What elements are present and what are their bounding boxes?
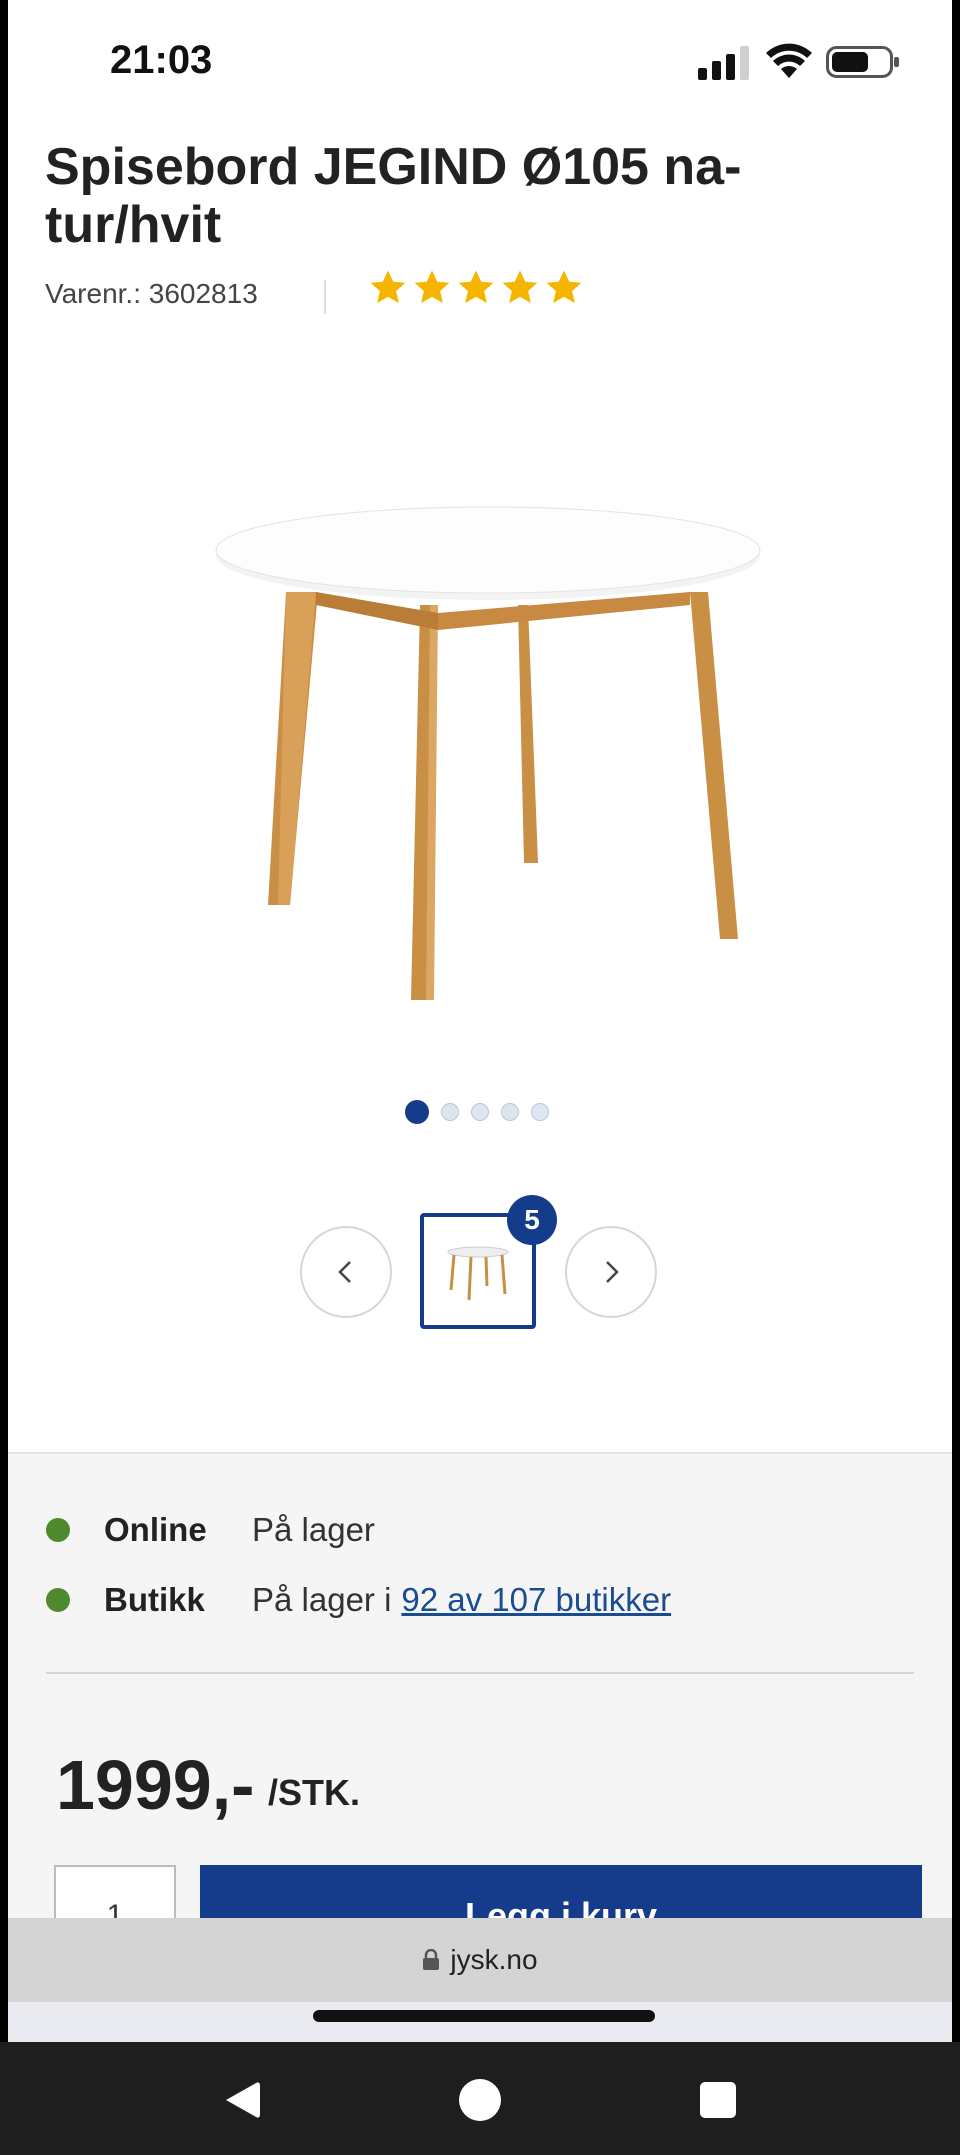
gallery-dot[interactable] bbox=[471, 1103, 489, 1121]
price-unit: /STK. bbox=[268, 1772, 361, 1813]
chevron-left-icon bbox=[338, 1261, 351, 1283]
gallery-dot[interactable] bbox=[405, 1100, 429, 1124]
in-stock-indicator-icon bbox=[46, 1588, 70, 1612]
star-icon bbox=[370, 270, 406, 303]
gallery-dot[interactable] bbox=[531, 1103, 549, 1121]
store-availability-link[interactable]: 92 av 107 butikker bbox=[401, 1581, 671, 1619]
wifi-icon bbox=[766, 43, 812, 78]
stock-store-label: Butikk bbox=[104, 1581, 205, 1618]
phone-screen: 21:03 Spisebord JEGIND Ø105 na-tur/hvit … bbox=[8, 0, 952, 2042]
product-image-table[interactable] bbox=[198, 495, 778, 1015]
stock-online-row: Online På lager bbox=[46, 1508, 375, 1552]
sku-rating-divider bbox=[324, 280, 326, 314]
star-icon bbox=[502, 270, 538, 303]
gallery-prev-button[interactable] bbox=[300, 1226, 392, 1318]
url-field[interactable]: jysk.no bbox=[8, 1918, 952, 2002]
gallery-dot[interactable] bbox=[501, 1103, 519, 1121]
browser-address-bar[interactable]: jysk.no bbox=[8, 1918, 952, 2042]
in-stock-indicator-icon bbox=[46, 1518, 70, 1542]
section-divider bbox=[46, 1672, 914, 1674]
home-icon[interactable] bbox=[459, 2079, 501, 2121]
rating-stars[interactable] bbox=[368, 268, 584, 308]
star-icon bbox=[546, 270, 582, 303]
product-title: Spisebord JEGIND Ø105 na-tur/hvit bbox=[45, 138, 742, 254]
product-price: 1999,- bbox=[56, 1746, 255, 1824]
stock-online-label: Online bbox=[104, 1511, 207, 1548]
recent-apps-icon[interactable] bbox=[700, 2082, 736, 2118]
battery-icon bbox=[826, 46, 899, 78]
image-count-badge: 5 bbox=[507, 1195, 557, 1245]
status-time: 21:03 bbox=[110, 38, 213, 82]
stock-store-row: Butikk På lager i 92 av 107 butikker bbox=[46, 1578, 671, 1622]
chevron-right-icon bbox=[606, 1261, 619, 1283]
gallery-pagination bbox=[405, 1100, 549, 1124]
star-icon bbox=[458, 270, 494, 303]
lock-icon bbox=[423, 1949, 440, 1970]
back-icon[interactable] bbox=[222, 2080, 262, 2120]
cellular-signal-icon bbox=[698, 46, 749, 80]
home-indicator[interactable] bbox=[313, 2010, 655, 2022]
status-bar: 21:03 bbox=[8, 0, 952, 120]
stock-store-status: På lager i bbox=[252, 1581, 392, 1618]
stock-online-status: På lager bbox=[252, 1511, 375, 1548]
star-icon bbox=[414, 270, 450, 303]
thumbnail-table-image bbox=[447, 1246, 509, 1301]
product-sku: Varenr.: 3602813 bbox=[45, 278, 258, 309]
gallery-next-button[interactable] bbox=[565, 1226, 657, 1318]
browser-toolbar-strip bbox=[8, 2002, 952, 2042]
gallery-dot[interactable] bbox=[441, 1103, 459, 1121]
url-text: jysk.no bbox=[450, 1944, 538, 1975]
